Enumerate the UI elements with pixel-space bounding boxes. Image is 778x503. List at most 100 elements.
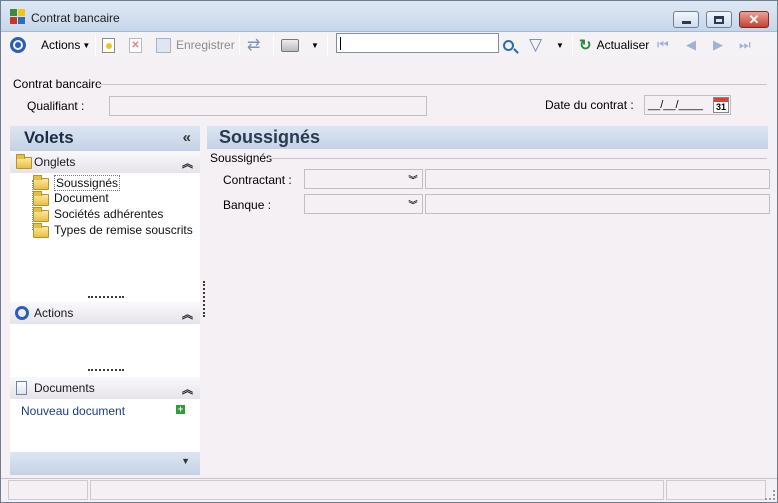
last-record-button[interactable]: ⏭ — [739, 35, 751, 55]
double-chevron-down-icon[interactable]: ︾ — [406, 197, 420, 211]
next-icon: ▶ — [713, 37, 723, 52]
delete-icon: ✕ — [129, 37, 142, 53]
actions-menu-button[interactable]: Actions ▼ — [41, 35, 90, 55]
banque-detail-field — [425, 194, 770, 214]
new-document-link[interactable]: Nouveau document — [21, 404, 125, 418]
calendar-day: 31 — [715, 102, 726, 112]
save-button[interactable]: Enregistrer — [156, 35, 235, 55]
contract-window: Contrat bancaire ✕ Actions ▼ ✕ Enregistr… — [0, 0, 778, 503]
double-chevron-down-icon[interactable]: ︾ — [406, 172, 420, 186]
toolbar-separator — [273, 35, 274, 55]
actions-section-header[interactable]: Actions ︽ — [10, 302, 200, 324]
resize-grip-icon[interactable] — [765, 490, 775, 500]
close-button[interactable]: ✕ — [739, 11, 769, 28]
dropdown-arrow-icon: ▼ — [556, 40, 564, 50]
maximize-button[interactable] — [706, 11, 732, 28]
document-icon — [16, 381, 27, 395]
toolbar-separator — [572, 35, 573, 55]
date-value: __/__/____ — [648, 99, 704, 111]
sync-button[interactable]: ⇄ — [247, 35, 260, 55]
dropdown-arrow-icon: ▼ — [82, 40, 91, 50]
refresh-icon: ↻ — [579, 37, 592, 54]
search-button[interactable] — [503, 35, 519, 55]
signatories-group-title: Soussignés — [210, 151, 273, 165]
open-folder-icon — [33, 175, 49, 190]
side-panel-title: Volets — [24, 128, 74, 147]
side-panel-footer: ▼ — [10, 452, 200, 475]
collapse-panel-button[interactable]: « — [183, 129, 191, 146]
status-cell — [90, 480, 664, 500]
print-button[interactable]: ▼ — [281, 35, 319, 55]
tree-item-soussignes[interactable]: Soussignés — [54, 175, 121, 191]
chevron-down-icon[interactable]: ▼ — [181, 456, 190, 466]
actions-section-title: Actions — [34, 306, 74, 320]
search-icon — [503, 39, 519, 54]
documents-section-header[interactable]: Documents ︽ — [10, 377, 200, 399]
chevron-up-icon: ︽ — [182, 158, 193, 170]
folder-icon — [33, 223, 49, 238]
minimize-button[interactable] — [673, 11, 699, 28]
sync-icon: ⇄ — [247, 37, 261, 54]
chevron-up-icon: ︽ — [182, 384, 193, 396]
refresh-button[interactable]: ↻ Actualiser — [579, 35, 649, 55]
resize-grip[interactable] — [88, 296, 124, 298]
documents-section-title: Documents — [34, 381, 95, 395]
toolbar-separator — [327, 35, 328, 55]
toolbar: Actions ▼ ✕ Enregistrer ⇄ ▼ ▽ ▼ ↻ Actual… — [1, 32, 777, 58]
previous-record-button[interactable]: ◀ — [686, 35, 696, 55]
maximize-icon — [714, 15, 724, 24]
printer-icon — [281, 38, 299, 52]
search-input[interactable] — [336, 33, 499, 53]
side-panel: Volets « Onglets ︽ Soussignés Document S… — [10, 126, 205, 475]
delete-button[interactable]: ✕ — [129, 35, 142, 55]
filter-button[interactable]: ▽ — [529, 35, 542, 55]
chevron-up-icon: ︽ — [182, 309, 193, 321]
tree-item-document[interactable]: Document — [54, 191, 109, 205]
contractant-detail-field — [425, 169, 770, 189]
contractant-select[interactable]: ︾ — [304, 169, 423, 189]
first-record-button[interactable]: ⏮ — [657, 35, 669, 55]
side-panel-header: Volets « — [10, 126, 200, 151]
folder-icon — [33, 191, 49, 206]
filter-icon: ▽ — [529, 35, 543, 54]
refresh-label: Actualiser — [596, 38, 650, 52]
save-icon — [156, 37, 171, 53]
status-cell — [8, 480, 88, 500]
close-icon: ✕ — [748, 12, 760, 27]
status-bar — [1, 478, 777, 502]
group-divider — [97, 84, 767, 85]
toolbar-separator — [239, 35, 240, 55]
new-button[interactable] — [102, 35, 115, 55]
banque-label: Banque : — [223, 198, 272, 212]
target-button[interactable] — [10, 35, 26, 55]
folder-icon — [16, 154, 32, 169]
target-icon — [15, 306, 29, 320]
date-label: Date du contrat : — [545, 98, 634, 112]
group-divider — [267, 158, 767, 159]
contractant-label: Contractant : — [223, 173, 292, 187]
new-document-icon — [102, 37, 115, 53]
previous-icon: ◀ — [686, 37, 696, 52]
tabs-section-title: Onglets — [34, 155, 76, 169]
toolbar-separator — [95, 35, 96, 55]
calendar-button[interactable]: 31 — [713, 97, 729, 113]
tabs-section-header[interactable]: Onglets ︽ — [10, 151, 200, 173]
resize-grip[interactable] — [88, 369, 124, 371]
page-title: Soussignés — [219, 127, 321, 147]
actions-menu-label: Actions — [41, 38, 81, 52]
filter-dropdown-button[interactable]: ▼ — [556, 35, 564, 55]
tree-item-types-de-remise[interactable]: Types de remise souscrits — [54, 223, 193, 237]
target-icon — [10, 37, 26, 53]
add-icon[interactable]: + — [176, 405, 185, 414]
folder-icon — [33, 207, 49, 222]
banque-select[interactable]: ︾ — [304, 194, 423, 214]
dropdown-arrow-icon: ▼ — [311, 40, 319, 50]
save-label: Enregistrer — [176, 38, 235, 52]
qualifier-field[interactable] — [109, 96, 427, 116]
splitter-handle[interactable] — [203, 281, 205, 317]
next-record-button[interactable]: ▶ — [713, 35, 723, 55]
minimize-icon — [681, 21, 691, 24]
tree-item-societes-adherentes[interactable]: Sociétés adhérentes — [54, 207, 163, 221]
main-header: Soussignés — [207, 126, 768, 149]
status-cell — [666, 480, 766, 500]
